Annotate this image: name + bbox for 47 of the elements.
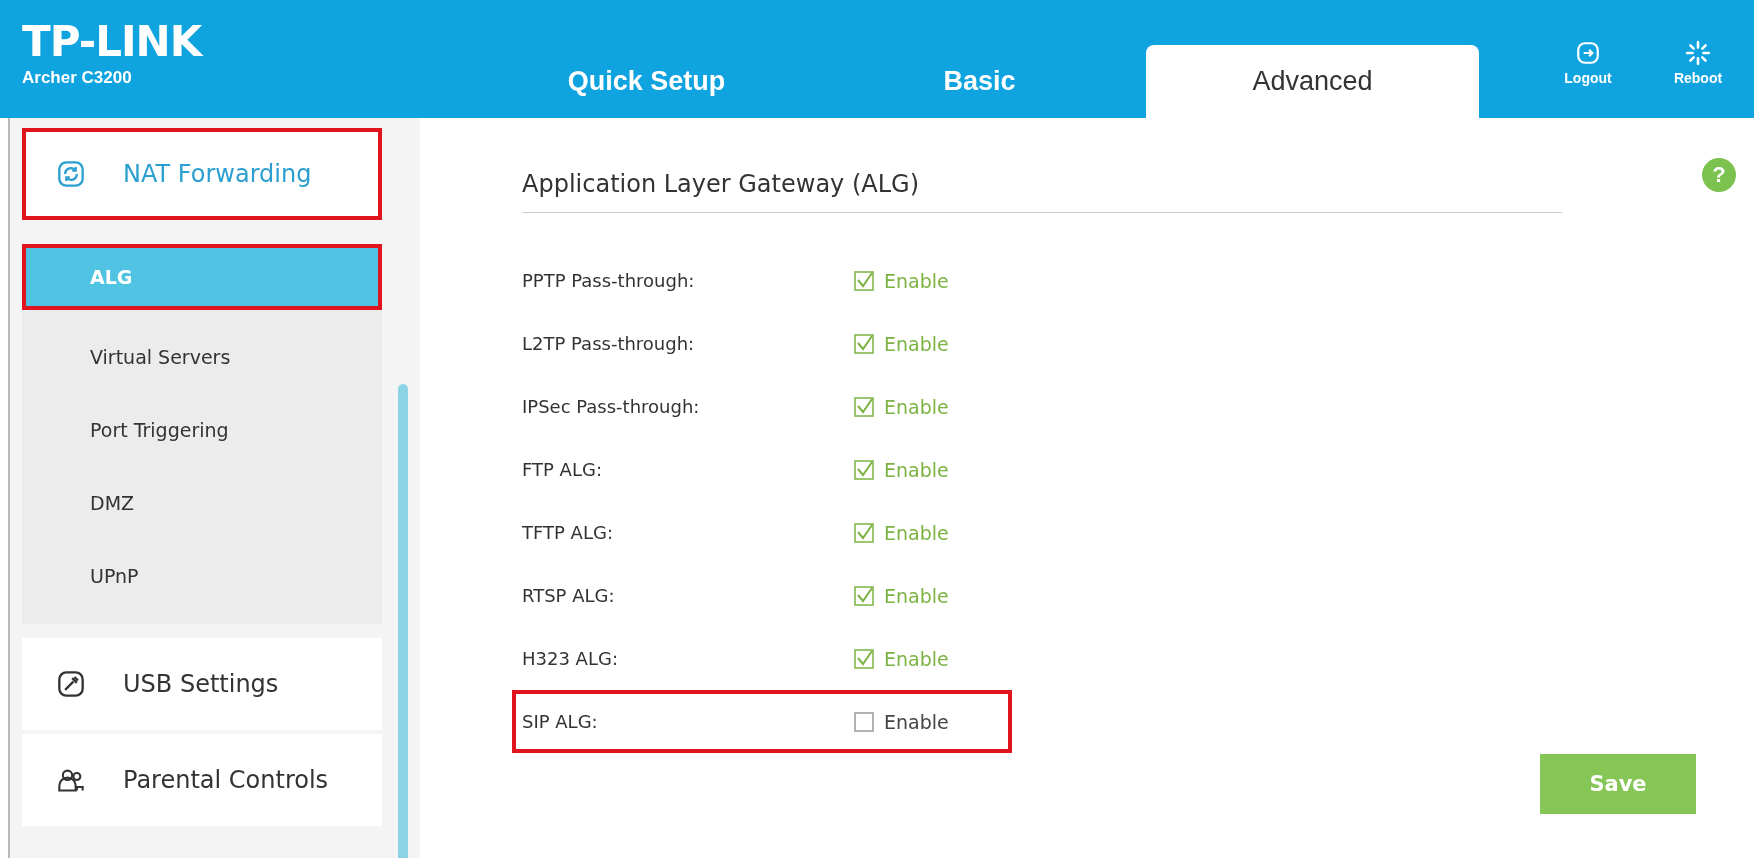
logout-button[interactable]: Logout (1548, 40, 1628, 86)
submenu-item[interactable]: UPnP (22, 539, 382, 612)
reboot-button[interactable]: Reboot (1658, 40, 1738, 86)
checked-box-icon[interactable] (854, 333, 874, 354)
nav-tab[interactable]: Quick Setup (480, 45, 813, 118)
sidebar-item[interactable]: Parental Controls (22, 734, 382, 826)
empty-box-icon[interactable] (854, 711, 874, 732)
enable-checkbox[interactable]: Enable (854, 458, 949, 481)
scrollbar[interactable] (398, 384, 408, 858)
field-label: SIP ALG: (522, 711, 599, 732)
reboot-icon (1685, 40, 1711, 66)
submenu-item[interactable]: Virtual Servers (22, 320, 382, 393)
sidebar-item[interactable]: USB Settings (22, 638, 382, 730)
nav-tab[interactable]: Advanced (1146, 45, 1479, 118)
checked-box-icon[interactable] (854, 648, 874, 669)
enable-checkbox[interactable]: Enable (854, 710, 949, 733)
wrench-icon (57, 670, 85, 698)
field-label: FTP ALG: (522, 459, 603, 480)
enable-checkbox[interactable]: Enable (854, 395, 949, 418)
field-label: H323 ALG: (522, 648, 619, 669)
nav-tab[interactable]: Basic (813, 45, 1146, 118)
enable-checkbox[interactable]: Enable (854, 269, 949, 292)
submenu-item[interactable]: Port Triggering (22, 393, 382, 466)
refresh-icon (57, 160, 85, 188)
checked-box-icon[interactable] (854, 522, 874, 543)
save-button[interactable]: Save (1540, 754, 1696, 814)
enable-checkbox[interactable]: Enable (854, 584, 949, 607)
checked-box-icon[interactable] (854, 270, 874, 291)
enable-checkbox[interactable]: Enable (854, 332, 949, 355)
enable-checkbox[interactable]: Enable (854, 521, 949, 544)
model-name: Archer C3200 (22, 68, 133, 88)
help-button[interactable]: ? (1702, 158, 1736, 192)
section-title: Application Layer Gateway (ALG) (522, 158, 1562, 213)
field-label: TFTP ALG: (522, 522, 614, 543)
enable-checkbox[interactable]: Enable (854, 647, 949, 670)
field-label: RTSP ALG: (522, 585, 616, 606)
logout-icon (1575, 40, 1601, 66)
field-label: PPTP Pass-through: (522, 270, 696, 291)
submenu-item[interactable]: ALG (22, 244, 382, 310)
sidebar-item[interactable]: NAT Forwarding (22, 128, 382, 220)
submenu-item[interactable]: DMZ (22, 466, 382, 539)
checked-box-icon[interactable] (854, 585, 874, 606)
checked-box-icon[interactable] (854, 396, 874, 417)
field-label: IPSec Pass-through: (522, 396, 701, 417)
field-label: L2TP Pass-through: (522, 333, 696, 354)
brand-logo: TP-LINK (22, 22, 205, 62)
checked-box-icon[interactable] (854, 459, 874, 480)
